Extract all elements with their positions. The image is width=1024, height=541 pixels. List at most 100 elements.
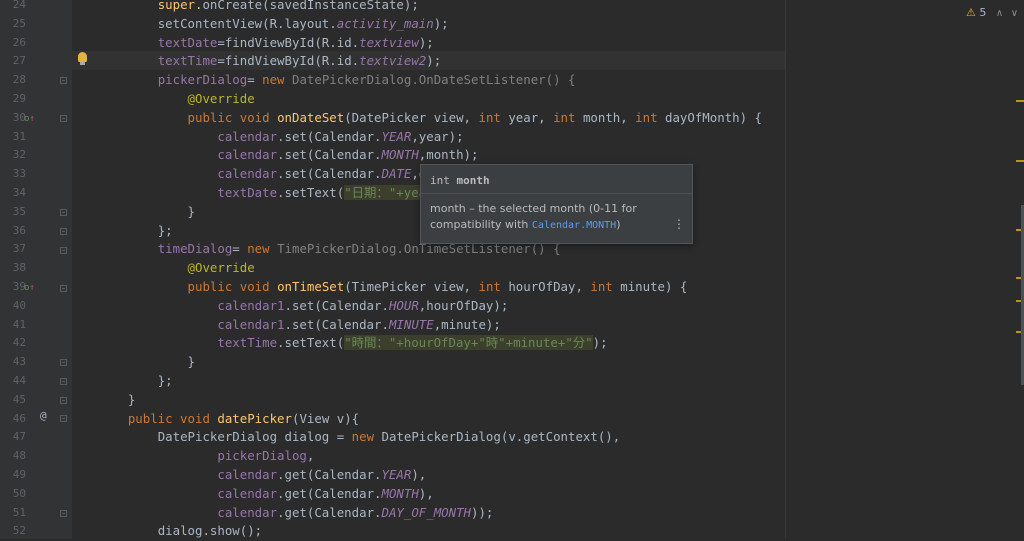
code-token: @Override (187, 260, 255, 276)
line-number[interactable]: 39 (6, 278, 26, 297)
code-token: , (306, 448, 315, 464)
line-number[interactable]: 36 (6, 222, 26, 241)
code-line[interactable]: calendar.get(Calendar.YEAR), (98, 466, 426, 485)
at-annotation-icon[interactable]: @ (40, 409, 47, 422)
code-line[interactable]: public void onDateSet(DatePicker view, i… (98, 109, 762, 128)
code-token: ,minute); (433, 316, 501, 332)
warning-count: 5 (979, 6, 987, 19)
code-line[interactable]: public void onTimeSet(TimePicker view, i… (98, 278, 688, 297)
code-line[interactable]: calendar1.set(Calendar.HOUR,hourOfDay); (98, 297, 508, 316)
chevron-up-icon[interactable]: ∧ (996, 8, 1003, 19)
code-token: .setText( (277, 185, 345, 200)
code-line[interactable]: setContentView(R.layout.activity_main); (98, 15, 449, 34)
code-token: .set(Calendar. (284, 316, 389, 332)
override-marker-icon[interactable]: o↑ (24, 283, 35, 293)
code-token: = (247, 72, 263, 88)
line-number[interactable]: 48 (6, 447, 26, 466)
code-token: "時間："+hourOfDay+"時"+minute+"分" (344, 335, 593, 351)
fold-icon[interactable] (60, 397, 67, 404)
code-line[interactable]: DatePickerDialog dialog = new DatePicker… (98, 428, 621, 447)
code-line[interactable]: @Override (98, 90, 255, 109)
fold-icon[interactable] (60, 378, 67, 385)
fold-icon[interactable] (60, 285, 67, 292)
line-number[interactable]: 50 (6, 485, 26, 504)
stripe-marker[interactable] (1016, 160, 1024, 162)
line-number[interactable]: 49 (6, 466, 26, 485)
line-number[interactable]: 46 (6, 410, 26, 429)
lightbulb-icon[interactable] (78, 52, 87, 65)
line-number[interactable]: 25 (6, 15, 26, 34)
line-number[interactable]: 37 (6, 240, 26, 259)
fold-icon[interactable] (60, 115, 67, 122)
line-number[interactable]: 28 (6, 71, 26, 90)
code-line[interactable]: dialog.show(); (98, 522, 262, 541)
code-line[interactable]: calendar.set(Calendar.YEAR,year); (98, 128, 463, 147)
line-number[interactable]: 38 (6, 259, 26, 278)
line-number[interactable]: 35 (6, 203, 26, 222)
line-number[interactable]: 34 (6, 184, 26, 203)
line-number[interactable]: 44 (6, 372, 26, 391)
line-number[interactable]: 43 (6, 353, 26, 372)
line-number[interactable]: 47 (6, 428, 26, 447)
fold-icon[interactable] (60, 77, 67, 84)
line-number[interactable]: 45 (6, 391, 26, 410)
line-number[interactable]: 26 (6, 34, 26, 53)
code-token: activity_main (336, 15, 434, 31)
line-number[interactable]: 41 (6, 316, 26, 335)
fold-icon[interactable] (60, 415, 67, 422)
fold-icon[interactable] (60, 359, 67, 366)
popup-divider (421, 193, 692, 194)
code-line[interactable]: calendar.set(Calendar.DATE,dayOfM (98, 165, 463, 184)
code-line[interactable]: pickerDialog, (98, 447, 314, 466)
calendar-month-link[interactable]: Calendar.MONTH (532, 220, 616, 231)
line-number[interactable]: 51 (6, 504, 26, 523)
code-line[interactable]: @Override (98, 259, 255, 278)
code-line[interactable]: pickerDialog= new DatePickerDialog.OnDat… (98, 71, 576, 90)
code-line[interactable]: super.onCreate(savedInstanceState); (98, 0, 419, 15)
code-line[interactable]: } (98, 203, 195, 222)
line-number[interactable]: 52 (6, 522, 26, 541)
code-line[interactable]: textDate=findViewById(R.id.textview); (98, 34, 434, 53)
code-token: super. (157, 0, 203, 12)
fold-icon[interactable] (60, 209, 67, 216)
more-options-icon[interactable]: ⋮ (673, 217, 685, 231)
override-marker-icon[interactable]: o↑ (24, 114, 35, 124)
line-number[interactable]: 27 (6, 52, 26, 71)
line-number[interactable]: 33 (6, 165, 26, 184)
line-number[interactable]: 32 (6, 146, 26, 165)
code-line[interactable]: textDate.setText("日期："+year+"/" (98, 184, 464, 203)
stripe-marker[interactable] (1016, 100, 1024, 102)
fold-icon[interactable] (60, 247, 67, 254)
code-line[interactable]: calendar.get(Calendar.MONTH), (98, 485, 433, 504)
code-line[interactable]: }; (98, 222, 173, 241)
code-line[interactable]: calendar.set(Calendar.MONTH,month); (98, 146, 478, 165)
code-token: onDateSet (277, 109, 345, 125)
code-line[interactable]: calendar1.set(Calendar.MINUTE,minute); (98, 316, 501, 335)
fold-icon[interactable] (60, 228, 67, 235)
code-line[interactable]: textTime.setText("時間："+hourOfDay+"時"+min… (98, 334, 608, 353)
code-token: .setText( (277, 335, 345, 351)
code-token: dayOfMonth) { (665, 109, 762, 125)
line-number[interactable]: 31 (6, 128, 26, 147)
code-line[interactable]: calendar.get(Calendar.DAY_OF_MONTH)); (98, 504, 493, 523)
line-number[interactable]: 40 (6, 297, 26, 316)
code-token: datePicker (217, 410, 292, 426)
fold-icon[interactable] (60, 510, 67, 517)
code-token: pickerDialog (157, 72, 248, 88)
code-token: } (127, 391, 136, 407)
code-line[interactable]: }; (98, 372, 173, 391)
line-number[interactable]: 42 (6, 334, 26, 353)
line-number[interactable]: 24 (6, 0, 26, 15)
code-token: HOUR (388, 297, 419, 313)
code-line[interactable]: } (98, 353, 195, 372)
code-line[interactable]: textTime=findViewById(R.id.textview2); (98, 52, 442, 71)
code-line[interactable]: } (98, 391, 135, 410)
code-line[interactable]: public void datePicker(View v){ (98, 410, 359, 429)
line-number[interactable]: 30 (6, 109, 26, 128)
line-number[interactable]: 29 (6, 90, 26, 109)
